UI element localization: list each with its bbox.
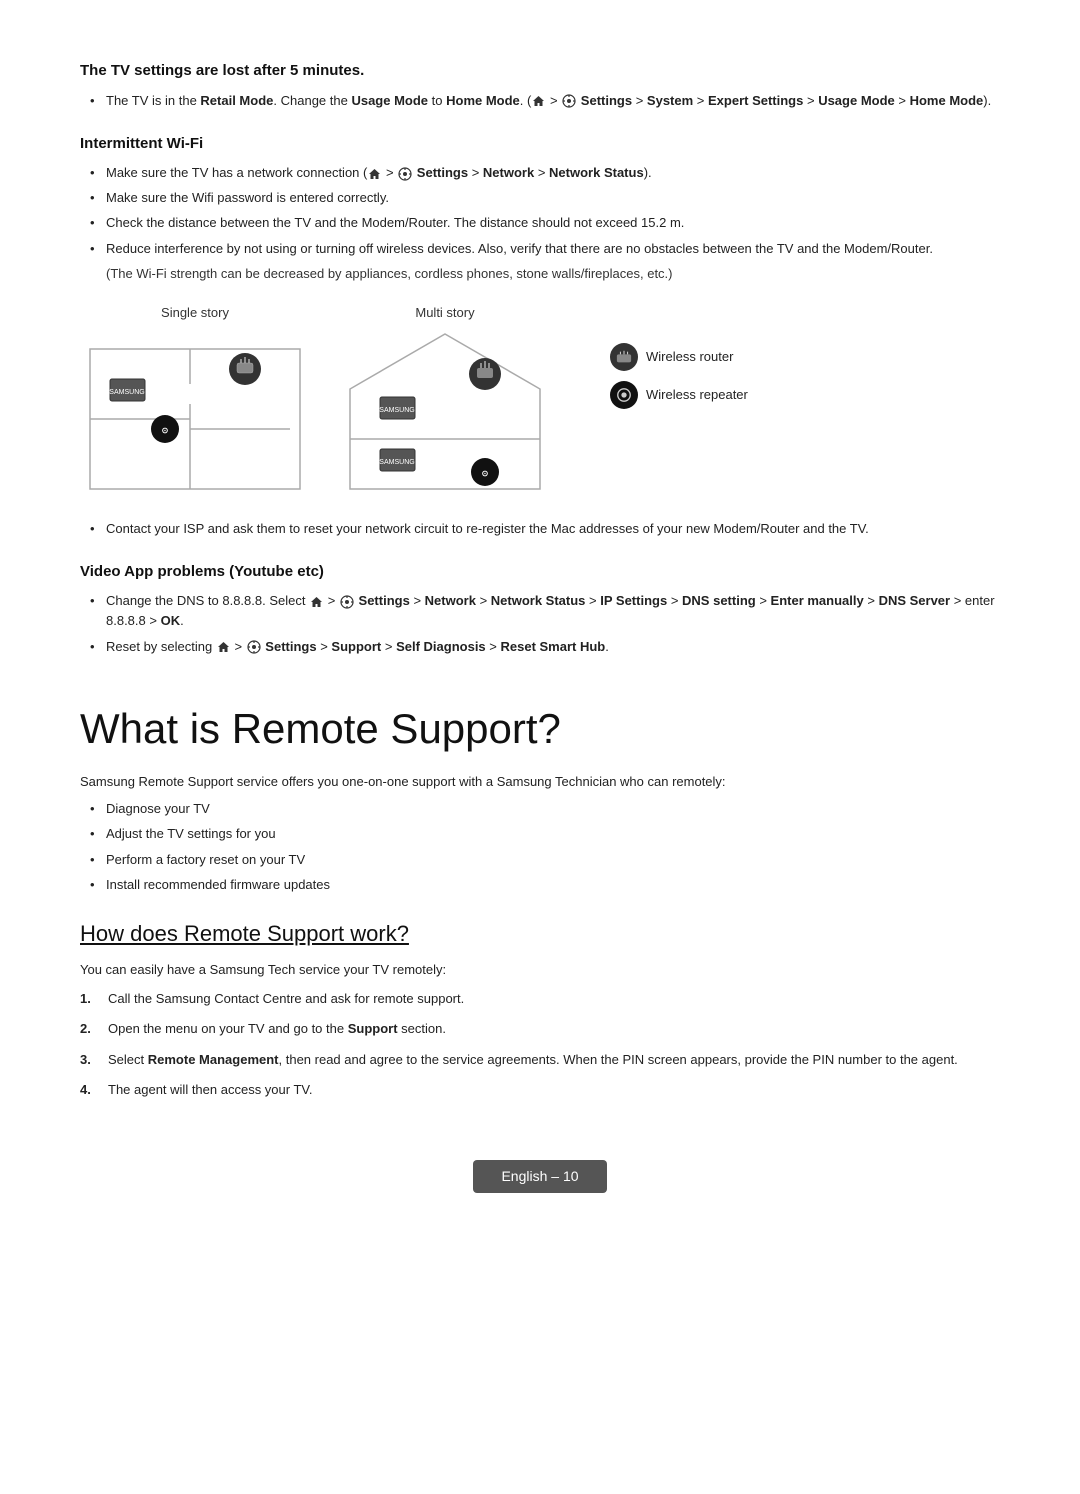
- single-story-svg: SAMSUNG ⊙: [80, 329, 310, 499]
- home-icon-3: [310, 596, 323, 608]
- tv-settings-bullet-1: The TV is in the Retail Mode. Change the…: [90, 91, 1000, 111]
- how-remote-support-section: How does Remote Support work? You can ea…: [80, 917, 1000, 1100]
- wifi-bullets: Make sure the TV has a network connectio…: [80, 163, 1000, 259]
- remote-bullet-1: Diagnose your TV: [90, 799, 1000, 819]
- step-2-text: Open the menu on your TV and go to the S…: [108, 1019, 446, 1039]
- home-icon-4: [217, 641, 230, 653]
- remote-bullet-2: Adjust the TV settings for you: [90, 824, 1000, 844]
- remote-bullet-3: Perform a factory reset on your TV: [90, 850, 1000, 870]
- svg-text:SAMSUNG: SAMSUNG: [379, 459, 414, 466]
- tv-settings-title: The TV settings are lost after 5 minutes…: [80, 60, 1000, 83]
- legend-router: Wireless router: [610, 343, 748, 371]
- what-is-remote-support-section: What is Remote Support? Samsung Remote S…: [80, 697, 1000, 895]
- wifi-bullet-4: Reduce interference by not using or turn…: [90, 239, 1000, 259]
- multi-story-svg: SAMSUNG SAMSUNG ⊙: [330, 329, 560, 499]
- wifi-note: (The Wi-Fi strength can be decreased by …: [106, 264, 1000, 284]
- video-app-title: Video App problems (Youtube etc): [80, 561, 1000, 584]
- how-remote-intro: You can easily have a Samsung Tech servi…: [80, 960, 1000, 980]
- wifi-title: Intermittent Wi-Fi: [80, 133, 1000, 156]
- repeater-legend-icon: [610, 381, 638, 409]
- step-1-text: Call the Samsung Contact Centre and ask …: [108, 989, 464, 1009]
- settings-icon-4: [247, 640, 261, 654]
- tv-settings-bullets: The TV is in the Retail Mode. Change the…: [80, 91, 1000, 111]
- step-2: Open the menu on your TV and go to the S…: [80, 1019, 1000, 1039]
- remote-support-intro: Samsung Remote Support service offers yo…: [80, 772, 1000, 792]
- intermittent-wifi-section: Intermittent Wi-Fi Make sure the TV has …: [80, 133, 1000, 539]
- page-number-badge: English – 10: [473, 1160, 606, 1193]
- wifi-contact-bullet: Contact your ISP and ask them to reset y…: [80, 519, 1000, 539]
- repeater-legend-label: Wireless repeater: [646, 385, 748, 405]
- video-app-bullets: Change the DNS to 8.8.8.8. Select > Sett…: [80, 591, 1000, 656]
- home-icon: [532, 95, 545, 107]
- step-4-text: The agent will then access your TV.: [108, 1080, 313, 1100]
- retail-mode-text: Retail Mode: [200, 93, 273, 108]
- diagram-legend: Wireless router Wireless repeater: [610, 343, 748, 409]
- multi-story-diagram: Multi story SAMSUNG SAMSUNG: [330, 303, 560, 499]
- svg-text:SAMSUNG: SAMSUNG: [379, 407, 414, 414]
- video-app-section: Video App problems (Youtube etc) Change …: [80, 561, 1000, 657]
- video-app-bullet-1: Change the DNS to 8.8.8.8. Select > Sett…: [90, 591, 1000, 631]
- step-1: Call the Samsung Contact Centre and ask …: [80, 989, 1000, 1009]
- single-story-label: Single story: [161, 303, 229, 323]
- home-icon-2: [368, 168, 381, 180]
- tv-settings-lost-section: The TV settings are lost after 5 minutes…: [80, 60, 1000, 111]
- remote-support-title: What is Remote Support?: [80, 697, 1000, 760]
- svg-text:⊙: ⊙: [482, 469, 489, 478]
- step-3-text: Select Remote Management, then read and …: [108, 1050, 958, 1070]
- router-legend-icon: [610, 343, 638, 371]
- multi-story-label: Multi story: [415, 303, 474, 323]
- settings-icon: [562, 94, 576, 108]
- single-story-diagram: Single story SAMSUNG ⊙: [80, 303, 310, 499]
- how-remote-steps: Call the Samsung Contact Centre and ask …: [80, 989, 1000, 1100]
- wifi-bullet-2: Make sure the Wifi password is entered c…: [90, 188, 1000, 208]
- svg-text:⊙: ⊙: [162, 426, 169, 435]
- settings-icon-2: [398, 167, 412, 181]
- page-footer: English – 10: [80, 1160, 1000, 1193]
- legend-repeater: Wireless repeater: [610, 381, 748, 409]
- step-3: Select Remote Management, then read and …: [80, 1050, 1000, 1070]
- wifi-bullet-3: Check the distance between the TV and th…: [90, 213, 1000, 233]
- wifi-contact: Contact your ISP and ask them to reset y…: [90, 519, 1000, 539]
- wifi-bullet-1: Make sure the TV has a network connectio…: [90, 163, 1000, 183]
- settings-icon-3: [340, 595, 354, 609]
- usage-mode-text: Usage Mode: [351, 93, 428, 108]
- home-mode-text: Home Mode: [446, 93, 520, 108]
- step-4: The agent will then access your TV.: [80, 1080, 1000, 1100]
- remote-bullet-4: Install recommended firmware updates: [90, 875, 1000, 895]
- wifi-diagram: Single story SAMSUNG ⊙: [80, 303, 1000, 499]
- remote-support-bullets: Diagnose your TV Adjust the TV settings …: [80, 799, 1000, 895]
- how-remote-support-title: How does Remote Support work?: [80, 917, 1000, 950]
- video-app-bullet-2: Reset by selecting > Settings > Support …: [90, 637, 1000, 657]
- router-legend-label: Wireless router: [646, 347, 733, 367]
- svg-text:SAMSUNG: SAMSUNG: [109, 389, 144, 396]
